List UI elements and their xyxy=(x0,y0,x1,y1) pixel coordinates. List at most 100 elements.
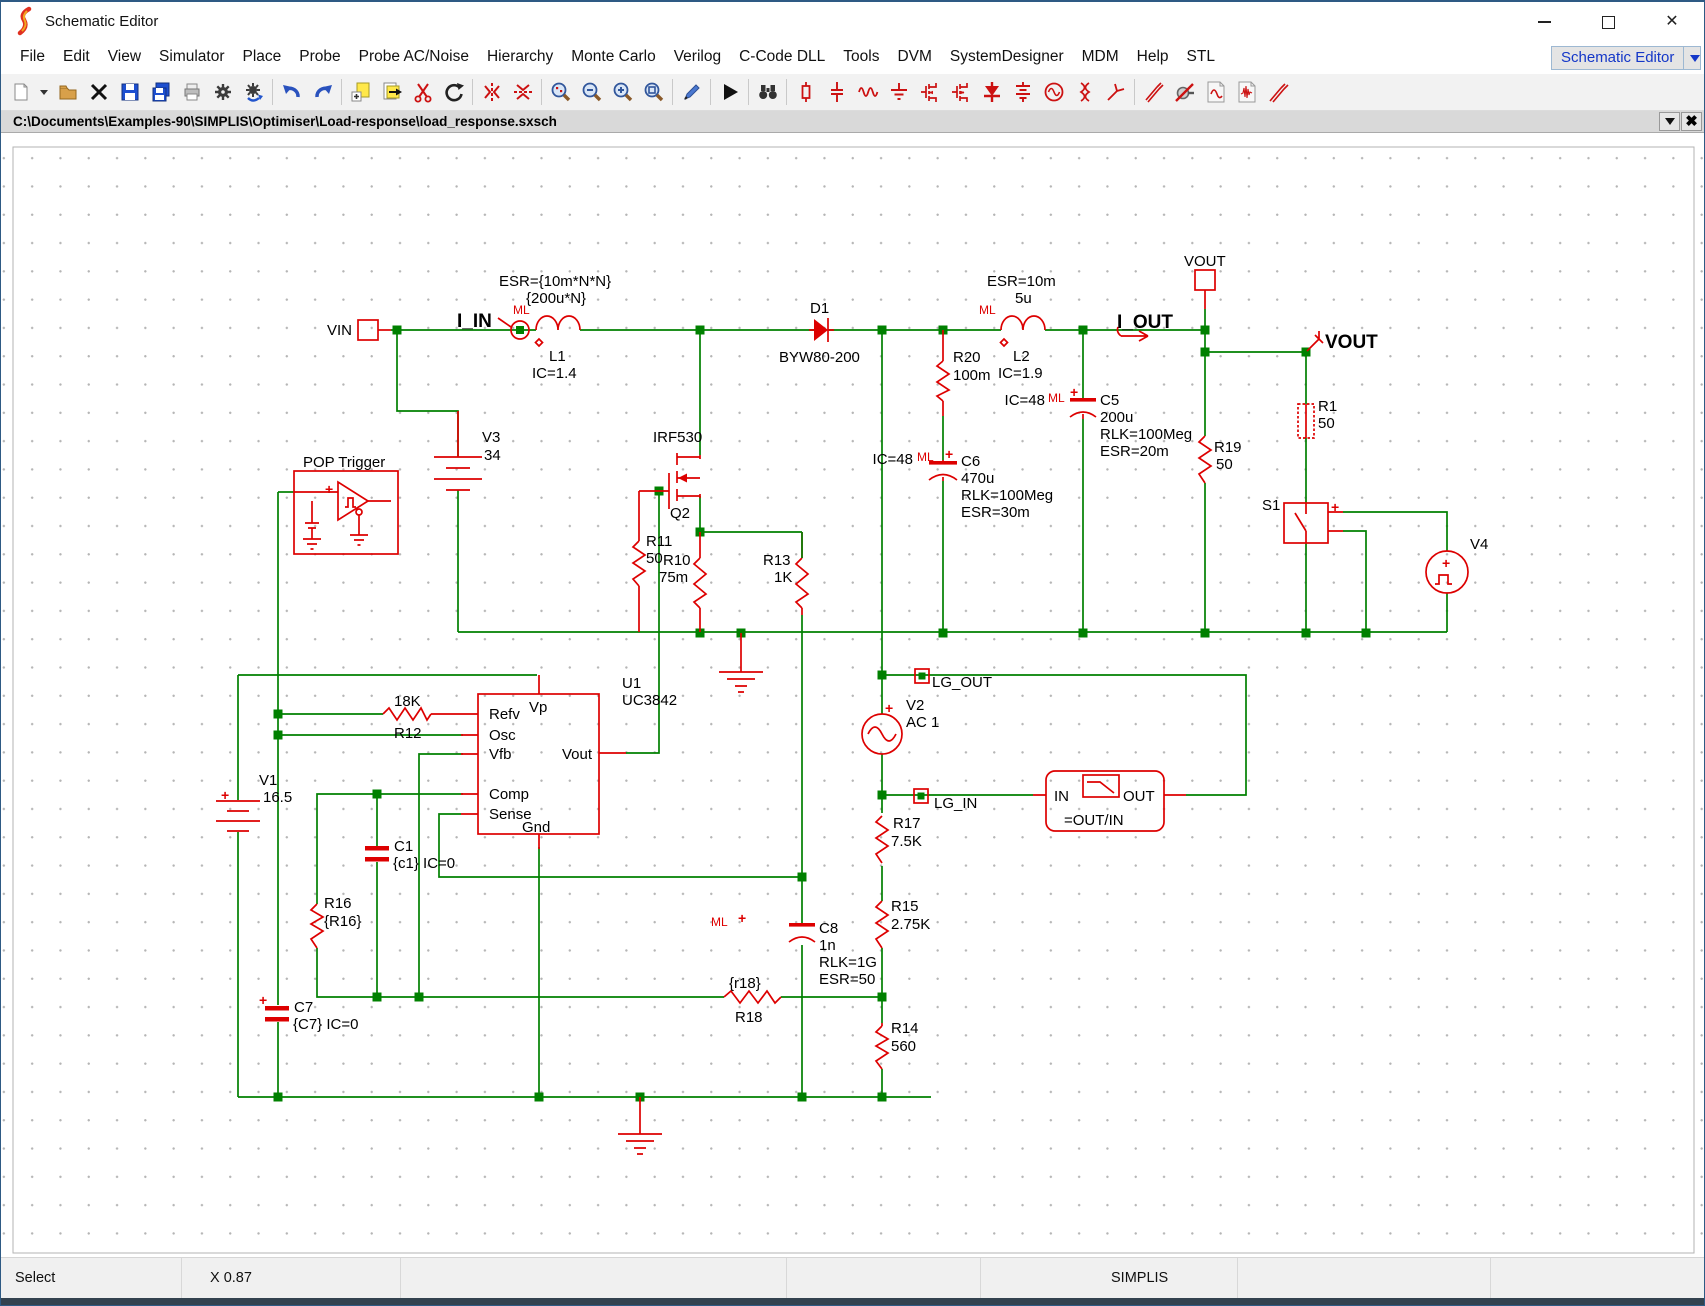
menu-item[interactable]: SystemDesigner xyxy=(941,44,1073,70)
context-selector[interactable]: Schematic Editor xyxy=(1551,45,1701,70)
save-all-icon[interactable] xyxy=(145,76,176,107)
capacitor-c8[interactable] xyxy=(788,922,816,943)
gauge-probe-icon[interactable] xyxy=(1169,76,1200,107)
probe-lg-out[interactable] xyxy=(914,667,930,684)
diode-d1[interactable] xyxy=(809,317,834,342)
mirror-horizontal-icon[interactable] xyxy=(507,76,538,107)
transient-probe-doc-icon[interactable] xyxy=(1231,76,1262,107)
zoom-out-icon[interactable] xyxy=(576,76,607,107)
chevron-down-icon[interactable] xyxy=(1683,46,1705,69)
capacitor-c1[interactable] xyxy=(365,845,389,862)
probe-lg-in[interactable] xyxy=(913,787,929,804)
resistor-r17[interactable] xyxy=(874,815,890,864)
new-dropdown-icon[interactable] xyxy=(36,76,52,107)
capacitor-c5[interactable] xyxy=(1069,397,1097,419)
pathbar-dropdown-icon[interactable] xyxy=(1659,111,1680,131)
place-ground-icon[interactable] xyxy=(883,76,914,107)
resistor-r15[interactable] xyxy=(874,900,890,949)
resistor-r19[interactable] xyxy=(1197,435,1213,484)
place-ac-source-icon[interactable] xyxy=(1038,76,1069,107)
undo-icon[interactable] xyxy=(276,76,307,107)
menu-item[interactable]: MDM xyxy=(1073,44,1128,70)
wire-pencil-icon[interactable] xyxy=(676,76,707,107)
inductor-l2[interactable] xyxy=(999,315,1046,347)
place-transformer-icon[interactable] xyxy=(1069,76,1100,107)
menu-item[interactable]: Edit xyxy=(54,44,99,70)
svg-text:R17: R17 xyxy=(893,815,921,832)
zoom-area-icon[interactable] xyxy=(545,76,576,107)
resistor-r20[interactable] xyxy=(935,329,951,416)
schematic-canvas[interactable]: + + + + + + VIN I_IN ML ESR={10m*N*N} {2… xyxy=(1,132,1704,1258)
diff-probe-icon[interactable] xyxy=(1262,76,1293,107)
menu-item[interactable]: File xyxy=(11,44,54,70)
probe-vout[interactable] xyxy=(1306,330,1324,352)
close-file-icon[interactable] xyxy=(83,76,114,107)
ac-probe-doc-icon[interactable] xyxy=(1200,76,1231,107)
pathbar-close-icon[interactable]: ✖ xyxy=(1681,111,1702,131)
menu-item[interactable]: View xyxy=(99,44,150,70)
capacitor-c7[interactable]: + xyxy=(259,992,289,1022)
voltage-probe-icon[interactable] xyxy=(1138,76,1169,107)
zoom-in-icon[interactable] xyxy=(607,76,638,107)
place-inductor-icon[interactable] xyxy=(852,76,883,107)
ground-icon[interactable] xyxy=(618,1096,662,1155)
menu-item[interactable]: DVM xyxy=(888,44,940,70)
resistor-r10[interactable] xyxy=(692,531,708,632)
place-terminal-pin-icon[interactable] xyxy=(1100,76,1131,107)
menu-item[interactable]: Verilog xyxy=(665,44,730,70)
resistor-r13[interactable] xyxy=(794,531,810,615)
menu-item[interactable]: Monte Carlo xyxy=(562,44,664,70)
terminal-vout[interactable] xyxy=(1194,268,1216,309)
cut-scissors-icon[interactable] xyxy=(407,76,438,107)
rotate-icon[interactable] xyxy=(438,76,469,107)
run-simulation-icon[interactable] xyxy=(714,76,745,107)
menu-item[interactable]: STL xyxy=(1178,44,1224,70)
place-nmos-icon[interactable] xyxy=(914,76,945,107)
find-binoculars-icon[interactable] xyxy=(752,76,783,107)
menu-item[interactable]: Help xyxy=(1128,44,1178,70)
menu-item[interactable]: Probe xyxy=(290,44,349,70)
svg-text:Vfb: Vfb xyxy=(489,746,512,763)
new-schematic-icon[interactable] xyxy=(5,76,36,107)
terminal-vin[interactable] xyxy=(357,318,391,341)
place-capacitor-icon[interactable] xyxy=(821,76,852,107)
battery-v3[interactable] xyxy=(434,410,482,491)
settings-gear-icon[interactable] xyxy=(207,76,238,107)
source-v4[interactable]: + xyxy=(1425,549,1469,594)
save-icon[interactable] xyxy=(114,76,145,107)
resistor-r1[interactable] xyxy=(1297,402,1315,439)
resistor-r18[interactable] xyxy=(723,989,782,1005)
open-folder-icon[interactable] xyxy=(52,76,83,107)
menu-item[interactable]: Tools xyxy=(834,44,888,70)
resistor-r16[interactable] xyxy=(309,903,325,949)
menu-item[interactable]: Probe AC/Noise xyxy=(350,44,478,70)
pop-trigger[interactable]: + xyxy=(293,469,399,555)
ground-icon[interactable] xyxy=(719,632,763,693)
place-resistor-icon[interactable] xyxy=(790,76,821,107)
zoom-extents-icon[interactable] xyxy=(638,76,669,107)
print-icon[interactable] xyxy=(176,76,207,107)
menu-item[interactable]: Simulator xyxy=(150,44,233,70)
mosfet-q2[interactable] xyxy=(639,452,701,509)
mirror-vertical-icon[interactable] xyxy=(476,76,507,107)
minimize-button[interactable] xyxy=(1512,2,1576,42)
menu-item[interactable]: Place xyxy=(234,44,291,70)
probe-i-in[interactable] xyxy=(497,317,530,340)
place-pmos-icon[interactable] xyxy=(945,76,976,107)
export-page-icon[interactable] xyxy=(376,76,407,107)
maximize-button[interactable] xyxy=(1576,2,1640,42)
svg-text:Gnd: Gnd xyxy=(522,819,550,836)
menu-item[interactable]: C-Code DLL xyxy=(730,44,834,70)
inductor-l1[interactable] xyxy=(534,315,581,347)
place-battery-icon[interactable] xyxy=(1007,76,1038,107)
redo-icon[interactable] xyxy=(307,76,338,107)
copy-page-icon[interactable] xyxy=(345,76,376,107)
simulator-gear-icon[interactable] xyxy=(238,76,269,107)
switch-s1[interactable]: + xyxy=(1283,499,1343,544)
resistor-r14[interactable] xyxy=(874,1022,890,1070)
place-diode-icon[interactable] xyxy=(976,76,1007,107)
resistor-r11[interactable] xyxy=(631,490,647,632)
menu-item[interactable]: Hierarchy xyxy=(478,44,562,70)
svg-text:Osc: Osc xyxy=(489,727,516,744)
close-button[interactable]: ✕ xyxy=(1640,2,1704,42)
